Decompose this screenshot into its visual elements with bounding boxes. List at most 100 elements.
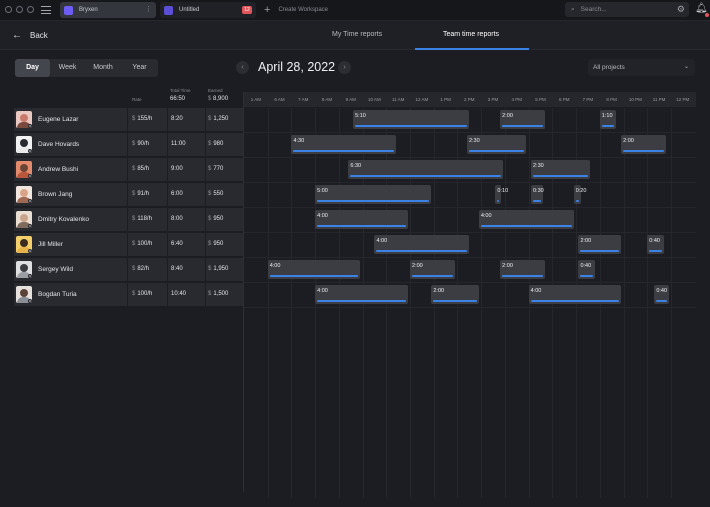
employee-row[interactable]: Bogdan Turia $100/h 10:40 $1,500 [14, 283, 243, 306]
time-entry-bar[interactable]: 4:00 [267, 260, 361, 279]
window-close-icon[interactable] [5, 6, 12, 13]
employee-row[interactable]: Brown Jang $91/h 6:00 $550 [14, 183, 243, 206]
search-field[interactable]: ⌕ Search... ⚙ [565, 2, 689, 17]
status-dot [28, 149, 32, 153]
time-entry-duration: 4:00 [317, 288, 328, 294]
time-entry-bar[interactable]: 0:40 [578, 260, 596, 279]
more-vertical-icon[interactable]: ⋮ [145, 5, 152, 15]
currency-symbol: $ [208, 141, 212, 147]
time-entry-bar[interactable]: 2:00 [621, 135, 667, 154]
time-entry-bar[interactable]: 4:00 [315, 285, 408, 304]
period-day[interactable]: Day [15, 59, 50, 77]
earned-cell: $1,500 [208, 291, 228, 297]
period-month[interactable]: Month [85, 59, 121, 77]
time-entry-progress [580, 275, 594, 277]
time-cell: 8:40 [171, 266, 183, 272]
earned-cell: $980 [208, 141, 223, 147]
row-divider [244, 182, 696, 183]
rate-value: 118/h [137, 216, 152, 222]
period-year[interactable]: Year [121, 59, 158, 77]
earned-cell: $550 [208, 191, 223, 197]
avatar [16, 286, 32, 303]
time-entry-bar[interactable]: 2:30 [531, 160, 591, 179]
employee-name: Dmitry Kovalenko [38, 216, 89, 223]
employee-row[interactable]: Dave Hovards $90/h 11:00 $980 [14, 133, 243, 156]
hour-label: 5 PM [535, 97, 546, 102]
rate-cell: $118/h [132, 216, 152, 222]
rate-cell: $82/h [132, 266, 149, 272]
time-entry-bar[interactable]: 4:30 [291, 135, 396, 154]
time-entry-bar[interactable]: 4:00 [528, 285, 622, 304]
back-button[interactable]: ← Back [12, 30, 48, 41]
period-week[interactable]: Week [50, 59, 85, 77]
workspace-tab-label: Untitled [179, 7, 200, 13]
tab-my-time-reports[interactable]: My Time reports [332, 31, 382, 38]
time-entry-bar[interactable]: 5:00 [315, 185, 432, 204]
hour-label: 12 PM [676, 97, 690, 102]
time-entry-bar[interactable]: 4:00 [374, 235, 470, 254]
rate-cell: $100/h [132, 291, 152, 297]
time-entry-bar[interactable]: 2:00 [431, 285, 479, 304]
time-cell: 6:40 [171, 241, 183, 247]
earned-value: 950 [213, 241, 224, 247]
time-entry-bar[interactable]: 0:10 [495, 185, 508, 204]
employee-row[interactable]: Jill Miller $100/h 6:40 $950 [14, 233, 243, 256]
time-entry-bar[interactable]: 2:00 [500, 260, 546, 279]
time-entry-bar[interactable]: 2:30 [466, 135, 527, 154]
chevron-left-icon[interactable]: ‹ [236, 61, 249, 74]
time-entry-bar[interactable]: 0:40 [647, 235, 664, 254]
notifications-icon[interactable]: 🔔︎ [695, 3, 709, 17]
time-entry-progress [502, 125, 544, 127]
window-maximize-icon[interactable] [27, 6, 34, 13]
avatar [16, 236, 32, 253]
hour-label: 7 AM [298, 97, 309, 102]
time-entry-progress [317, 225, 406, 227]
avatar-head [20, 214, 28, 222]
employee-row[interactable]: Eugene Lazar $155/h 8:20 $1,250 [14, 108, 243, 131]
time-entry-bar[interactable]: 4:00 [478, 210, 574, 229]
time-entry-duration: 6:30 [350, 163, 362, 169]
time-entry-bar[interactable]: 5:10 [353, 110, 470, 129]
menu-icon[interactable] [41, 6, 51, 14]
time-entry-bar[interactable]: 2:00 [578, 235, 622, 254]
row-divider [244, 207, 696, 208]
avatar-head [20, 189, 28, 197]
workspace-logo-icon [164, 5, 173, 15]
tab-team-time-reports[interactable]: Team time reports [443, 31, 499, 38]
time-entry-duration: 0:40 [580, 263, 592, 269]
time-entry-progress [649, 250, 662, 252]
page-header: ← Back My Time reports Team time reports [0, 21, 710, 50]
employee-row[interactable]: Dmitry Kovalenko $118/h 8:00 $950 [14, 208, 243, 231]
employee-row[interactable]: Andrew Bushi $85/h 9:00 $770 [14, 158, 243, 181]
earned-cell: $1,250 [208, 116, 228, 122]
avatar [16, 136, 32, 153]
workspace-tab[interactable]: Untitled 12 [160, 2, 256, 18]
time-entry-bar[interactable]: 2:00 [410, 260, 456, 279]
window-minimize-icon[interactable] [16, 6, 23, 13]
chevron-right-icon[interactable]: › [338, 61, 351, 74]
header-earned: Earned [208, 88, 223, 93]
create-workspace-label: Create Workspace [278, 7, 329, 13]
back-label: Back [30, 31, 48, 40]
time-entry-progress [497, 200, 500, 202]
status-dot [28, 199, 32, 203]
time-entry-bar[interactable]: 4:00 [315, 210, 408, 229]
time-entry-bar[interactable]: 0:40 [654, 285, 669, 304]
project-filter-select[interactable]: All projects ⌄ [588, 59, 695, 76]
time-entry-bar[interactable]: 1:10 [599, 110, 617, 129]
time-entry-bar[interactable]: 2:00 [500, 110, 546, 129]
workspace-tab-active[interactable]: Bryxen ⋮ [60, 2, 156, 18]
time-entry-bar[interactable]: 0:30 [531, 185, 544, 204]
time-cell: 8:00 [171, 216, 183, 222]
time-entry-bar[interactable]: 0:20 [573, 185, 586, 204]
create-workspace-button[interactable]: + Create Workspace [264, 3, 328, 17]
rate-value: 90/h [137, 141, 150, 147]
currency-symbol: $ [132, 266, 136, 272]
employee-row[interactable]: Sergey Wild $82/h 8:40 $1,950 [14, 258, 243, 281]
settings-icon[interactable]: ⚙ [677, 4, 685, 15]
time-entry-bar[interactable]: 6:30 [348, 160, 503, 179]
avatar [16, 211, 32, 228]
column-divider [167, 283, 168, 306]
earned-value: 950 [213, 216, 224, 222]
time-entry-progress [355, 125, 468, 127]
